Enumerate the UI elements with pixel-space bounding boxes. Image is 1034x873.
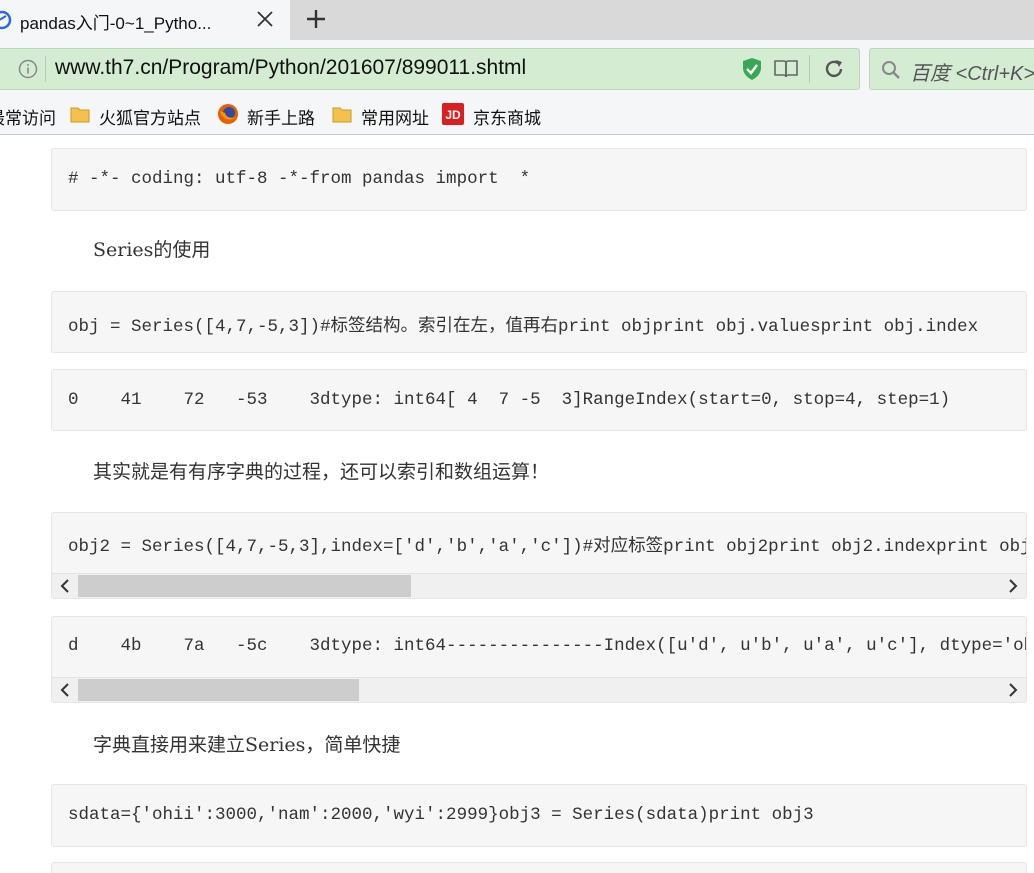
code-line: obj = Series([4,7,-5,3])#标签结构。索引在左，值再右pr… — [68, 317, 979, 337]
article-content: # -*- coding: utf-8 -*-from pandas impor… — [0, 135, 1034, 873]
code-block: # -*- coding: utf-8 -*-from pandas impor… — [51, 148, 1027, 211]
browser-tab-active[interactable]: pandas入门-0~1_Pytho... — [0, 0, 290, 40]
reload-icon[interactable] — [823, 58, 845, 80]
site-favicon-icon — [0, 10, 12, 30]
folder-icon — [70, 107, 90, 123]
code-line: obj2 = Series([4,7,-5,3],index=['d','b',… — [68, 537, 1027, 557]
bookmark-firefox-official[interactable]: 火狐官方站点 — [99, 104, 201, 129]
code-line: # -*- coding: utf-8 -*-from pandas impor… — [68, 169, 531, 189]
code-block — [51, 862, 1027, 873]
code-line: 0 41 72 -53 3dtype: int64[ 4 7 -5 3]Rang… — [68, 390, 951, 410]
search-placeholder[interactable]: 百度 <Ctrl+K> — [910, 57, 1034, 86]
shield-icon[interactable] — [741, 57, 763, 81]
code-block-scrollable: obj2 = Series([4,7,-5,3],index=['d','b',… — [51, 512, 1027, 599]
code-block: obj = Series([4,7,-5,3])#标签结构。索引在左，值再右pr… — [51, 291, 1027, 353]
svg-text:JD: JD — [445, 108, 461, 122]
url-text[interactable]: www.th7.cn/Program/Python/201607/899011.… — [55, 56, 526, 80]
close-tab-icon[interactable] — [254, 8, 276, 30]
scrollbar-thumb[interactable] — [78, 575, 411, 597]
url-bar[interactable]: www.th7.cn/Program/Python/201607/899011.… — [0, 48, 860, 90]
nav-bar: www.th7.cn/Program/Python/201607/899011.… — [0, 40, 1034, 96]
reader-view-icon[interactable] — [773, 58, 799, 80]
bookmark-most-visited[interactable]: 最常访问 — [0, 104, 56, 129]
code-block-output: 0 41 72 -53 3dtype: int64[ 4 7 -5 3]Rang… — [51, 369, 1027, 431]
horizontal-scrollbar[interactable] — [52, 677, 1026, 702]
paragraph: 字典直接用来建立Series，简单快捷 — [93, 734, 401, 756]
paragraph: Series的使用 — [93, 239, 211, 261]
scroll-right-icon[interactable] — [1006, 578, 1020, 594]
bookmark-jd-mall[interactable]: 京东商城 — [473, 104, 541, 129]
code-block: sdata={'ohii':3000,'nam':2000,'wyi':2999… — [51, 784, 1027, 847]
scroll-right-icon[interactable] — [1006, 682, 1020, 698]
info-icon[interactable] — [18, 59, 38, 79]
horizontal-scrollbar[interactable] — [52, 573, 1026, 598]
new-tab-icon[interactable] — [304, 7, 328, 31]
search-bar[interactable]: 百度 <Ctrl+K> — [869, 48, 1034, 90]
url-separator-2 — [809, 55, 810, 83]
bookmarks-toolbar: 最常访问 火狐官方站点 新手上路 常用网址 JD 京东商城 — [0, 96, 1034, 135]
scroll-left-icon[interactable] — [58, 578, 72, 594]
folder-icon — [332, 107, 352, 123]
firefox-icon — [218, 104, 238, 124]
jd-icon: JD — [442, 103, 464, 125]
code-block-scrollable: d 4b 7a -5c 3dtype: int64---------------… — [51, 616, 1027, 703]
bookmark-common-sites[interactable]: 常用网址 — [361, 104, 429, 129]
code-line: d 4b 7a -5c 3dtype: int64---------------… — [68, 636, 1027, 656]
bookmark-getting-started[interactable]: 新手上路 — [247, 104, 315, 129]
url-separator — [45, 56, 46, 82]
scroll-left-icon[interactable] — [58, 682, 72, 698]
search-icon — [882, 61, 900, 79]
paragraph: 其实就是有有序字典的过程，还可以索引和数组运算！ — [93, 461, 550, 483]
tab-strip: pandas入门-0~1_Pytho... — [0, 0, 1034, 40]
code-line: sdata={'ohii':3000,'nam':2000,'wyi':2999… — [68, 805, 814, 825]
tab-title: pandas入门-0~1_Pytho... — [20, 14, 212, 33]
scrollbar-thumb[interactable] — [78, 679, 359, 701]
